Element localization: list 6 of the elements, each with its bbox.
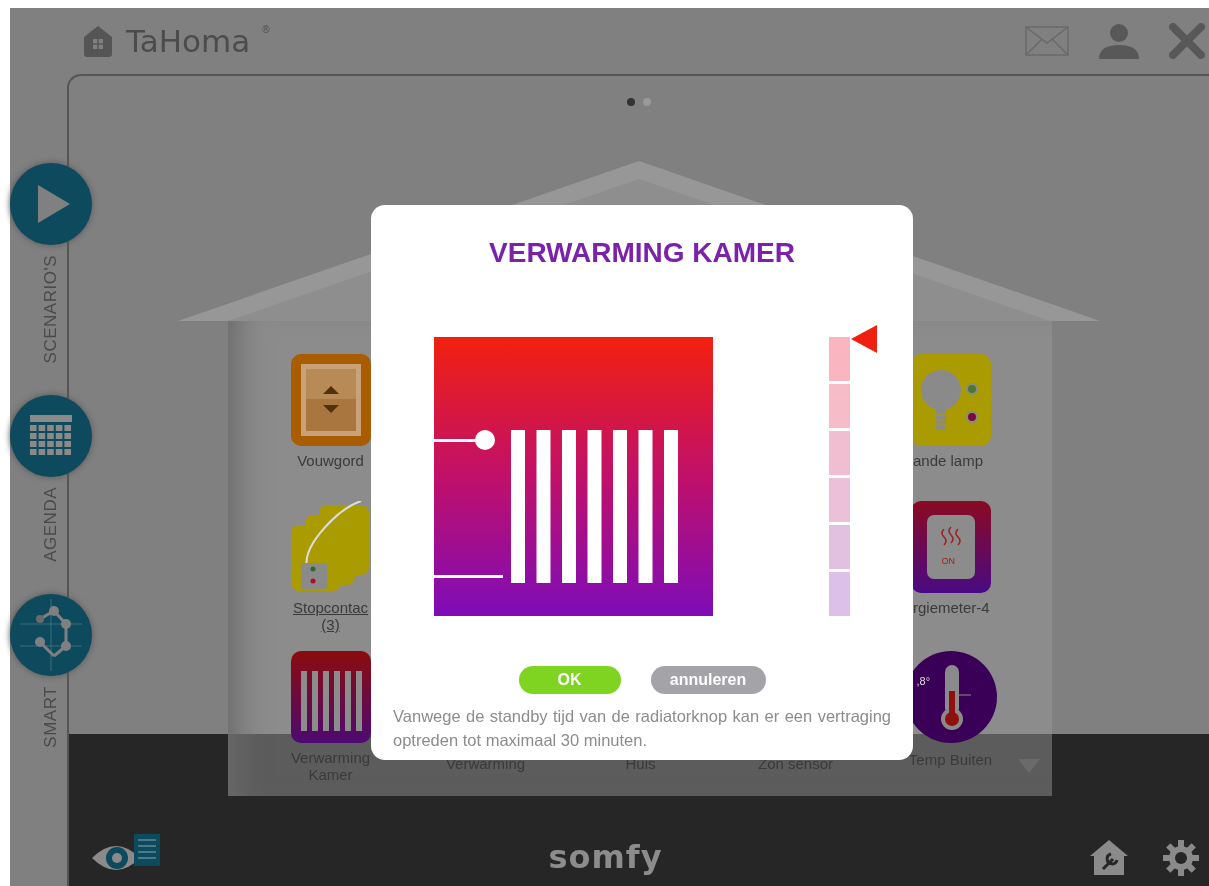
dialog-title: VERWARMING KAMER	[488, 237, 796, 269]
temperature-reading: ,8°	[916, 675, 931, 687]
registered-mark: ®	[262, 23, 270, 35]
dialog-note: Vanwege de standby tijd van de radiatorknop kan er een vertraging optreden tot maximaal 30 minuten.	[393, 706, 891, 751]
brand-logo: somfy	[548, 838, 663, 876]
on-label: ON	[941, 556, 955, 566]
